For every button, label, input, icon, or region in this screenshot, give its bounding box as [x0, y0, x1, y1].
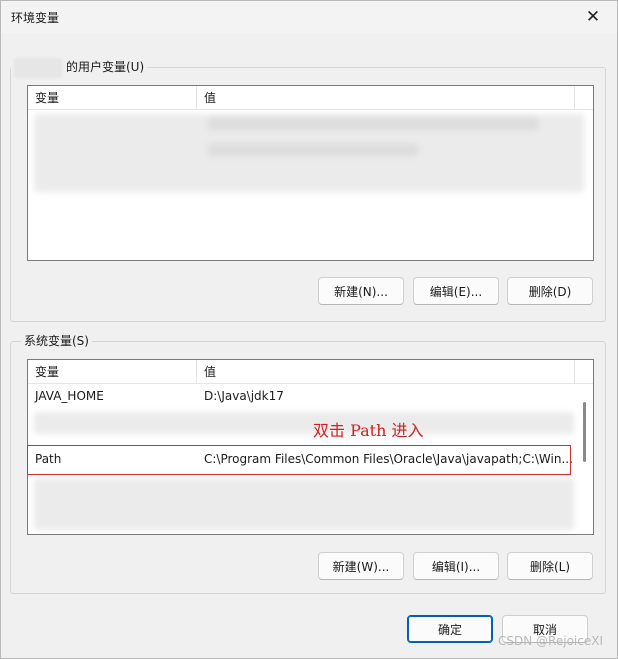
user-edit-button[interactable]: 编辑(E)... [413, 277, 499, 305]
var-name: JAVA_HOME [35, 389, 104, 403]
system-delete-button[interactable]: 删除(L) [507, 552, 593, 580]
env-vars-dialog: 环境变量 ✕ 的用户变量(U) 变量 值 新建(N)... 编辑(E)... 删… [0, 0, 618, 659]
ok-button[interactable]: 确定 [407, 615, 493, 643]
blurred-values [208, 144, 418, 156]
user-new-button[interactable]: 新建(N)... [318, 277, 404, 305]
blurred-values [208, 118, 538, 130]
user-vars-header: 变量 值 [28, 86, 593, 110]
user-vars-list[interactable]: 变量 值 [27, 85, 594, 261]
system-vars-header: 变量 值 [28, 360, 593, 384]
system-vars-group-label: 系统变量(S) [21, 332, 92, 350]
annotation-text: 双击 Path 进入 [313, 421, 424, 440]
path-highlight-box [27, 445, 571, 475]
watermark: CSDN @RejoiceXI [498, 634, 603, 648]
dialog-title: 环境变量 [11, 11, 60, 25]
blurred-rows [34, 412, 574, 434]
scrollbar-thumb[interactable] [583, 402, 586, 462]
column-variable[interactable]: 变量 [28, 86, 197, 110]
blurred-username [14, 57, 62, 78]
user-vars-group-label: 的用户变量(U) [11, 57, 148, 78]
system-new-button[interactable]: 新建(W)... [318, 552, 404, 580]
table-row[interactable]: JAVA_HOME D:\Java\jdk17 [28, 384, 576, 408]
system-edit-button[interactable]: 编辑(I)... [413, 552, 499, 580]
column-value[interactable]: 值 [197, 360, 575, 384]
blurred-rows [34, 478, 574, 530]
var-value: D:\Java\jdk17 [204, 389, 284, 403]
title-bar: 环境变量 ✕ [1, 1, 617, 33]
close-icon[interactable]: ✕ [573, 1, 613, 33]
column-value[interactable]: 值 [197, 86, 575, 110]
user-delete-button[interactable]: 删除(D) [507, 277, 593, 305]
column-variable[interactable]: 变量 [28, 360, 197, 384]
